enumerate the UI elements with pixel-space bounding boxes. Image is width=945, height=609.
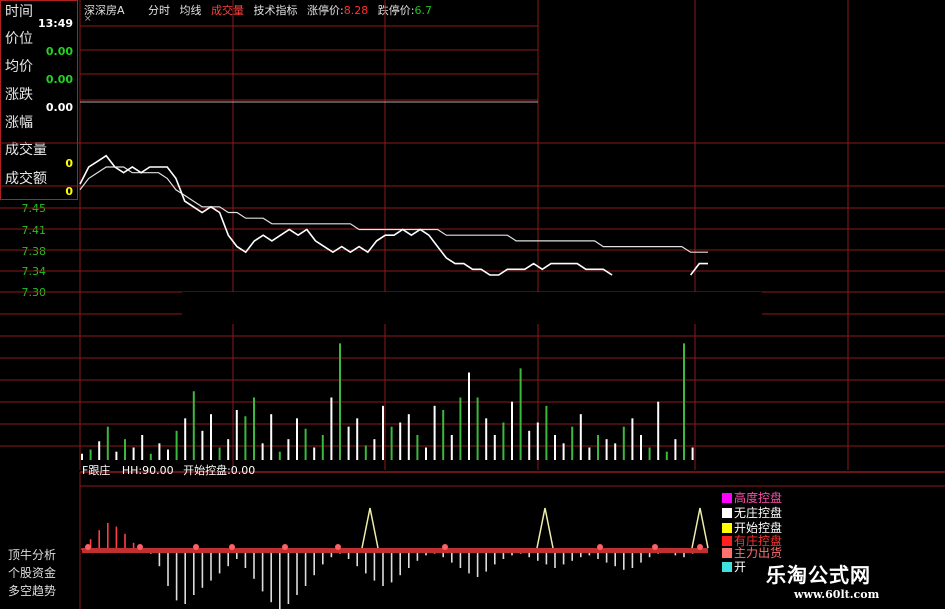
chart-mask <box>182 292 762 324</box>
chart-grid <box>0 0 945 609</box>
average-price-line <box>79 166 708 253</box>
signal-marker <box>85 544 91 550</box>
indicator-name: F跟庄 <box>82 464 111 477</box>
control-peak-marker <box>361 507 379 549</box>
signal-marker <box>697 544 703 550</box>
signal-marker <box>193 544 199 550</box>
side-label-trend[interactable]: 多空趋势 <box>8 582 56 599</box>
legend-swatch <box>722 562 732 572</box>
legend-swatch <box>722 548 732 558</box>
signal-marker <box>137 544 143 550</box>
signal-marker <box>652 544 658 550</box>
oscillator-band <box>82 548 708 553</box>
legend-swatch <box>722 508 732 518</box>
indicator-title: F跟庄 HH:90.00 开始控盘:0.00 <box>82 462 255 478</box>
legend-item: 开 <box>722 558 746 575</box>
price-line-segment <box>689 262 708 276</box>
signal-marker <box>597 544 603 550</box>
side-label-dingniu[interactable]: 顶牛分析 <box>8 546 56 563</box>
control-peak-marker <box>536 507 554 549</box>
watermark-url: www.60lt.com <box>794 588 880 601</box>
indicator-oscillator <box>81 507 709 609</box>
indicator-kaishi: 开始控盘:0.00 <box>183 464 256 477</box>
watermark-title: 乐淘公式网 <box>766 563 871 587</box>
intraday-chart <box>0 0 945 609</box>
signal-marker <box>442 544 448 550</box>
control-peak-marker <box>691 507 709 549</box>
signal-marker <box>229 544 235 550</box>
signal-marker <box>335 544 341 550</box>
signal-marker <box>282 544 288 550</box>
side-label-capital[interactable]: 个股资金 <box>8 564 56 581</box>
legend-swatch <box>722 493 732 503</box>
indicator-hh: HH:90.00 <box>121 464 174 477</box>
